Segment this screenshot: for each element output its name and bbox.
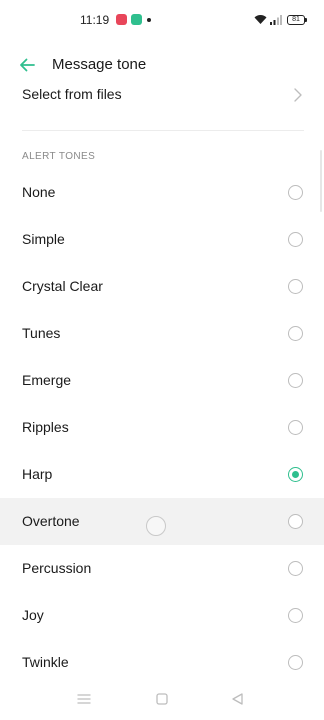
scrollbar-thumb[interactable]: [320, 150, 322, 212]
section-header-alert-tones: ALERT TONES: [22, 151, 96, 162]
tone-row-crystal-clear[interactable]: Crystal Clear: [0, 263, 324, 310]
status-time: 11:19: [80, 13, 110, 27]
tone-row-simple[interactable]: Simple: [0, 216, 324, 263]
battery-tip: [305, 18, 307, 22]
tone-row-percussion[interactable]: Percussion: [0, 545, 324, 592]
radio-button[interactable]: [288, 185, 303, 200]
tone-label: Emerge: [22, 372, 72, 388]
arrow-left-icon: [20, 58, 35, 72]
battery-icon: 81: [287, 15, 305, 25]
tone-label: Simple: [22, 231, 65, 247]
more-notifications-dot-icon: [147, 18, 151, 22]
green-app-icon: [131, 14, 142, 25]
radio-button[interactable]: [288, 655, 303, 670]
tone-label: Overtone: [22, 513, 80, 529]
tone-row-emerge[interactable]: Emerge: [0, 357, 324, 404]
radio-button[interactable]: [288, 279, 303, 294]
divider: [22, 130, 304, 131]
tone-row-tunes[interactable]: Tunes: [0, 310, 324, 357]
signal-icon: [270, 15, 282, 25]
tone-label: Ripples: [22, 419, 69, 435]
tone-row-joy[interactable]: Joy: [0, 592, 324, 639]
navigation-bar: [0, 680, 324, 720]
tone-row-harp[interactable]: Harp: [0, 451, 324, 498]
status-bar: 11:19 81: [0, 0, 324, 40]
back-button[interactable]: [16, 54, 40, 76]
radio-button[interactable]: [288, 373, 303, 388]
wifi-icon: [254, 15, 267, 24]
chevron-right-icon: [294, 88, 302, 102]
menu-icon[interactable]: [76, 692, 92, 706]
page-title: Message tone: [52, 56, 147, 73]
tone-row-none[interactable]: None: [0, 169, 324, 216]
radio-button[interactable]: [288, 514, 303, 529]
radio-button[interactable]: [288, 232, 303, 247]
home-icon[interactable]: [155, 692, 169, 706]
back-triangle-icon[interactable]: [230, 692, 246, 706]
app-bar: Message tone: [0, 44, 324, 86]
tone-label: Twinkle: [22, 654, 69, 670]
tone-label: Crystal Clear: [22, 278, 103, 294]
select-from-files-label: Select from files: [22, 86, 122, 102]
radio-button-selected[interactable]: [288, 467, 303, 482]
tone-row-twinkle[interactable]: Twinkle: [0, 639, 324, 686]
radio-button[interactable]: [288, 420, 303, 435]
radio-button[interactable]: [288, 561, 303, 576]
tone-label: None: [22, 184, 56, 200]
tone-label: Harp: [22, 466, 53, 482]
select-from-files-item[interactable]: Select from files: [0, 86, 324, 108]
red-app-icon: [116, 14, 127, 25]
radio-button[interactable]: [288, 326, 303, 341]
tone-label: Percussion: [22, 560, 92, 576]
tone-label: Tunes: [22, 325, 61, 341]
tone-row-ripples[interactable]: Ripples: [0, 404, 324, 451]
touch-indicator: [146, 516, 166, 536]
radio-button[interactable]: [288, 608, 303, 623]
alert-tones-list: None Simple Crystal Clear Tunes Emerge R…: [0, 169, 324, 686]
tone-label: Joy: [22, 607, 44, 623]
